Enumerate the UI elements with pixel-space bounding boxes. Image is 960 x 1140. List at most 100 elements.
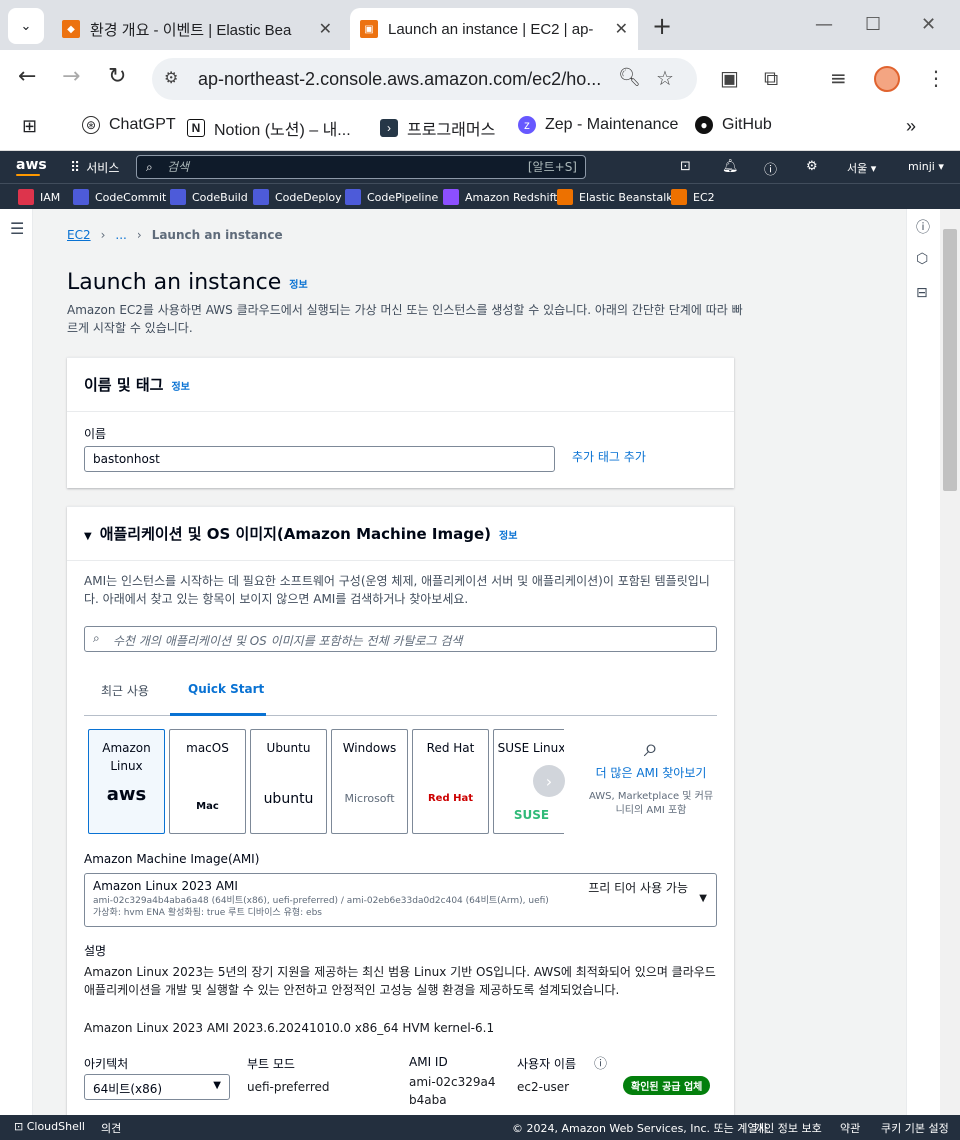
gear-icon[interactable]: ⚙ (806, 159, 818, 174)
info-link[interactable]: 정보 (289, 280, 307, 291)
tab-title: 환경 개요 - 이벤트 | Elastic Bea (90, 21, 292, 39)
scrollbar[interactable] (940, 209, 960, 1115)
tab-search-button[interactable]: ⌄ (8, 8, 44, 44)
more-bookmarks-icon[interactable]: » (906, 116, 916, 137)
bookmark-star-icon[interactable]: ☆ (656, 66, 674, 91)
reload-icon[interactable]: ↻ (108, 64, 126, 89)
minimize-icon[interactable]: — (815, 14, 833, 35)
help-icon[interactable]: ⓘ (764, 159, 777, 178)
bookmark-programmers[interactable]: › 프로그래머스 (380, 116, 495, 140)
scrollbar-thumb[interactable] (943, 229, 957, 491)
browser-tab-ec2[interactable]: ▣ Launch an instance | EC2 | ap- ✕ (350, 8, 638, 50)
ami-search-input[interactable]: ⌕ 수천 개의 애플리케이션 및 OS 이미지를 포함하는 전체 카탈로그 검색 (84, 626, 717, 652)
aws-search-input[interactable]: ⌕ 검색 [알트+S] (136, 155, 586, 179)
boot-value: uefi-preferred (247, 1080, 330, 1094)
panel-header[interactable]: ▼ 애플리케이션 및 OS 이미지(Amazon Machine Image) 정보 (67, 507, 734, 561)
cloudshell-icon[interactable]: ⊡ (680, 159, 691, 174)
tutorial-icon[interactable]: ⊟ (916, 285, 928, 301)
new-tab-icon[interactable]: + (652, 12, 672, 40)
close-icon[interactable]: ✕ (615, 19, 628, 39)
ami-tabs: 최근 사용 Quick Start (84, 670, 717, 716)
free-tier-label: 프리 티어 사용 가능 (588, 881, 688, 895)
tab-recent[interactable]: 최근 사용 (101, 682, 149, 699)
bookmark-github[interactable]: ● GitHub (695, 116, 772, 134)
browser-tab-beanstalk[interactable]: ◆ 환경 개요 - 이벤트 | Elastic Bea ✕ (52, 8, 342, 50)
fav-codebuild[interactable]: CodeBuild (170, 189, 248, 205)
menu-icon[interactable]: ☰ (10, 219, 24, 238)
forward-icon[interactable]: → (62, 64, 80, 89)
maximize-icon[interactable]: ☐ (865, 14, 881, 35)
fav-codedeploy[interactable]: CodeDeploy (253, 189, 342, 205)
right-rail: ⓘ ⬡ ⊟ (906, 209, 940, 1115)
add-tags-link[interactable]: 추가 태그 추가 (572, 448, 646, 465)
ec2-favicon-icon: ▣ (360, 20, 378, 38)
window-close-icon[interactable]: ✕ (921, 14, 936, 35)
fav-iam[interactable]: IAM (18, 189, 60, 205)
cookies-link[interactable]: 쿠키 기본 설정 (881, 1120, 949, 1136)
info-panel-icon[interactable]: ⓘ (916, 217, 930, 237)
zoom-icon[interactable]: 🔍︎ (618, 67, 641, 88)
bell-icon[interactable]: 🔔︎ (722, 159, 739, 174)
apps-grid-icon[interactable]: ⊞ (22, 116, 37, 137)
info-link[interactable]: 정보 (171, 382, 189, 393)
caret-down-icon: ▼ (699, 893, 707, 904)
privacy-link[interactable]: 개인 정보 보호 (754, 1120, 822, 1136)
name-input[interactable]: bastonhost (84, 446, 555, 472)
fav-beanstalk[interactable]: Elastic Beanstalk (557, 189, 673, 205)
info-link[interactable]: 정보 (499, 531, 517, 542)
feedback-button[interactable]: 의견 (101, 1120, 121, 1136)
codedeploy-icon (253, 189, 269, 205)
more-menu-icon[interactable]: ⋮ (926, 66, 946, 90)
ami-panel: ▼ 애플리케이션 및 OS 이미지(Amazon Machine Image) 정보… (67, 506, 734, 1126)
bookmark-zep[interactable]: z Zep - Maintenance (518, 116, 678, 134)
settings-hex-icon[interactable]: ⬡ (916, 251, 928, 267)
suse-logo-icon: SUSE (513, 808, 550, 822)
arch-select[interactable]: 64비트(x86) ▼ (84, 1074, 230, 1100)
arch-label: 아키텍처 (84, 1057, 129, 1071)
info-circle-icon[interactable]: ⓘ (594, 1053, 607, 1072)
grid-icon: ⠿ (70, 159, 81, 176)
microsoft-logo-icon: Microsoft (344, 792, 395, 805)
console-footer: ⊡ CloudShell 의견 © 2024, Amazon Web Servi… (0, 1115, 960, 1140)
os-ubuntu[interactable]: Ubuntu ubuntu (250, 729, 327, 834)
bookmark-notion[interactable]: N Notion (노션) – 내... (187, 116, 351, 140)
services-menu[interactable]: ⠿ 서비스 (70, 159, 119, 176)
aws-logo[interactable]: aws (16, 157, 47, 176)
fav-redshift[interactable]: Amazon Redshift (443, 189, 558, 205)
os-amazon-linux[interactable]: Amazon Linux aws (88, 729, 165, 834)
account-menu[interactable]: minji ▾ (908, 160, 944, 173)
fav-codepipeline[interactable]: CodePipeline (345, 189, 438, 205)
profile-avatar[interactable] (874, 66, 900, 92)
notion-icon: N (187, 119, 205, 137)
terms-link[interactable]: 약관 (840, 1120, 860, 1136)
tab-quick-start[interactable]: Quick Start (188, 682, 264, 696)
extension-icon[interactable]: ▣ (720, 66, 739, 90)
bookmark-chatgpt[interactable]: ⊛ ChatGPT (82, 116, 176, 134)
breadcrumb-ec2[interactable]: EC2 (67, 228, 91, 242)
ami-select[interactable]: Amazon Linux 2023 AMI ami-02c329a4b4aba6… (84, 873, 717, 927)
back-icon[interactable]: ← (18, 64, 36, 89)
close-icon[interactable]: ✕ (319, 19, 332, 39)
os-macos[interactable]: macOS Mac (169, 729, 246, 834)
aws-top-nav: aws ⠿ 서비스 ⌕ 검색 [알트+S] ⊡ 🔔︎ ⓘ ⚙ 서울 ▾ minji… (0, 151, 960, 183)
chevron-right-icon[interactable]: › (533, 765, 565, 797)
address-bar[interactable]: ⚙ ap-northeast-2.console.aws.amazon.com/… (152, 58, 697, 100)
puzzle-icon[interactable]: ⧉ (764, 66, 778, 90)
browser-toolbar: ← → ↻ ⚙ ap-northeast-2.console.aws.amazo… (0, 50, 960, 108)
browse-more-amis[interactable]: ⌕ 더 많은 AMI 찾아보기 AWS, Marketplace 및 커뮤니티의… (587, 733, 715, 818)
github-icon: ● (695, 116, 713, 134)
cloudshell-button[interactable]: ⊡ CloudShell (14, 1120, 85, 1133)
region-selector[interactable]: 서울 ▾ (847, 160, 876, 176)
desc-label: 설명 (84, 944, 107, 958)
media-icon[interactable]: ≡ (830, 66, 847, 90)
chevron-down-icon: ⌄ (20, 18, 32, 34)
zep-icon: z (518, 116, 536, 134)
site-info-icon[interactable]: ⚙ (164, 68, 178, 88)
fav-ec2[interactable]: EC2 (671, 189, 715, 205)
breadcrumb-ellipsis[interactable]: ... (115, 228, 126, 242)
fav-codecommit[interactable]: CodeCommit (73, 189, 166, 205)
browse-more-amis-link[interactable]: 더 많은 AMI 찾아보기 (587, 764, 715, 782)
os-windows[interactable]: Windows Microsoft (331, 729, 408, 834)
os-redhat[interactable]: Red Hat Red Hat (412, 729, 489, 834)
bookmarks-bar: ⊞ ⊛ ChatGPT N Notion (노션) – 내... › 프로그래머스 z… (0, 108, 960, 151)
